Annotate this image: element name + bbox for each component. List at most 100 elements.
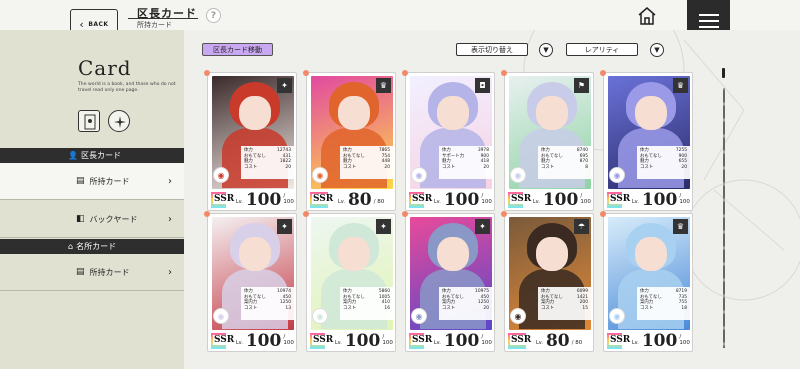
main-content: 区長カード移動 表示切り替え ▼ レアリティ ▼ ✦ ◉ 体力 12743 おもてな… — [184, 30, 800, 369]
stat-value: 8 — [585, 164, 588, 170]
level-max: / 100 — [481, 193, 492, 205]
level-value: 100 — [542, 190, 579, 210]
nav-item-label: 所持カード — [89, 267, 130, 277]
new-indicator-dot — [600, 70, 606, 76]
stat-row: コスト 13 — [244, 306, 291, 312]
card-item[interactable]: ♛ ◉ 体力 7865 おもてなし 754 魅力 448 コスト 20 SSR Lv. 80 … — [303, 70, 396, 211]
hamburger-line — [698, 26, 719, 28]
rarity-badge: SSR — [409, 192, 434, 208]
level-prefix: Lv. — [235, 340, 243, 346]
card-artwork: ♛ ◉ 体力 7865 おもてなし 754 魅力 448 コスト 20 — [311, 76, 393, 189]
stat-label: コスト — [343, 164, 357, 170]
card-item[interactable]: ✦ ◉ 体力 5860 おもてなし 1005 案内力 410 コスト 16 SSR Lv. 1… — [303, 211, 396, 352]
card-stats: 体力 6099 おもてなし 1421 案内力 200 コスト 15 — [538, 287, 591, 320]
card-stats: 体力 12743 おもてなし 431 魅力 1822 コスト 20 — [241, 146, 294, 179]
level-prefix: Lv. — [433, 199, 441, 205]
stat-value: 20 — [681, 164, 687, 170]
attribute-icon: ◉ — [312, 167, 328, 183]
stat-value: 13 — [285, 305, 291, 311]
level-max-value: 100 — [481, 199, 492, 205]
sort-order-icon[interactable]: ▼ — [650, 43, 664, 57]
card-item[interactable]: ♛ ◉ 体力 8719 おもてなし 735 案内力 755 コスト 18 SSR Lv. 10… — [600, 211, 693, 352]
card-artwork: ✦ ◉ 体力 5860 おもてなし 1005 案内力 410 コスト 16 — [311, 217, 393, 330]
rarity-label: SSR — [510, 194, 533, 204]
card-stats: 体力 7865 おもてなし 754 魅力 448 コスト 20 — [340, 146, 393, 179]
chevron-right-icon: › — [168, 266, 172, 278]
rarity-badge: SSR — [508, 333, 533, 349]
level-max-value: 100 — [481, 340, 492, 346]
card-item[interactable]: ♛ ◉ 体力 7255 おもてなし 900 魅力 655 コスト 20 SSR Lv. 100… — [600, 70, 693, 211]
card-item[interactable]: ✦ ◉ 体力 10975 おもてなし 450 案内力 1250 コスト 20 SSR Lv. … — [402, 211, 495, 352]
move-cards-button[interactable]: 区長カード移動 — [202, 43, 273, 56]
character-face — [437, 237, 469, 271]
level-max: / 100 — [382, 334, 393, 346]
attribute-icon: ◉ — [510, 308, 526, 324]
card-item[interactable]: ⚑ ◉ 体力 8740 おもてなし 695 魅力 870 コスト 8 SSR Lv. 100 … — [501, 70, 594, 211]
stat-label: コスト — [343, 305, 357, 311]
nav-item-backyard[interactable]: ◧ バックヤード › — [0, 201, 184, 238]
stat-label: コスト — [244, 164, 258, 170]
character-face — [239, 237, 271, 271]
nav-item-owned-cards[interactable]: ▤ 所持カード › — [0, 163, 184, 200]
stat-value: 15 — [582, 305, 588, 311]
rarity-label: SSR — [312, 335, 335, 345]
character-face — [635, 96, 667, 130]
rarity-badge: SSR — [211, 333, 236, 349]
level-value: 100 — [443, 190, 480, 210]
rarity-label: SSR — [609, 194, 632, 204]
character-face — [338, 96, 370, 130]
sort-select[interactable]: レアリティ — [566, 43, 638, 56]
card-item[interactable]: ☂ ◉ 体力 6099 おもてなし 1421 案内力 200 コスト 15 SSR Lv. 8… — [501, 211, 594, 352]
stat-row: コスト 8 — [541, 165, 588, 171]
new-indicator-dot — [303, 70, 309, 76]
scroll-track-dots — [723, 88, 725, 348]
stat-row: コスト 20 — [343, 165, 390, 171]
toggle-view-button[interactable]: 表示切り替え — [456, 43, 528, 56]
stat-value: 20 — [384, 164, 390, 170]
card-stats: 体力 10974 おもてなし 450 案内力 1250 コスト 13 — [241, 287, 294, 320]
level-value: 100 — [443, 331, 480, 351]
card-item[interactable]: ✦ ◉ 体力 12743 おもてなし 431 魅力 1822 コスト 20 SSR Lv. 1… — [204, 70, 297, 211]
nav-item-landmark-owned-cards[interactable]: ▤ 所持カード › — [0, 254, 184, 291]
level-value: 100 — [344, 331, 381, 351]
new-indicator-dot — [501, 211, 507, 217]
scrollbar-thumb[interactable] — [722, 68, 725, 78]
character-face — [338, 237, 370, 271]
back-label: BACK — [88, 20, 109, 28]
card-type-icon: ✦ — [277, 219, 292, 234]
rarity-badge: SSR — [211, 192, 236, 208]
card-footer: SSR Lv. 100 / 100 — [409, 331, 493, 351]
card-type-icon: ☂ — [574, 219, 589, 234]
sidebar-card-title: Card — [78, 56, 132, 80]
stat-row: コスト 18 — [640, 306, 687, 312]
rarity-badge: SSR — [409, 333, 434, 349]
stat-label: コスト — [244, 305, 258, 311]
card-artwork: ☂ ◉ 体力 6099 おもてなし 1421 案内力 200 コスト 15 — [509, 217, 591, 330]
hamburger-line — [698, 20, 719, 22]
home-icon[interactable] — [636, 6, 658, 26]
new-indicator-dot — [402, 70, 408, 76]
card-stats: 体力 3978 サポート力 900 魅力 418 コスト 20 — [439, 146, 492, 179]
level-prefix: Lv. — [631, 340, 639, 346]
card-footer: SSR Lv. 80 / 80 — [310, 190, 394, 209]
level-value: 100 — [641, 331, 678, 351]
section-label: 区長カード — [80, 151, 121, 160]
card-type-icon: ◘ — [475, 78, 490, 93]
rarity-label: SSR — [411, 194, 434, 204]
card-stack-icon: ▤ — [76, 267, 85, 277]
chevron-right-icon: › — [168, 213, 172, 225]
stat-row: コスト 16 — [343, 306, 390, 312]
attribute-icon: ◉ — [213, 308, 229, 324]
level-value: 100 — [245, 331, 282, 351]
stat-row: コスト 15 — [541, 306, 588, 312]
card-item[interactable]: ✦ ◉ 体力 10974 おもてなし 450 案内力 1250 コスト 13 SSR Lv. … — [204, 211, 297, 352]
card-artwork: ⚑ ◉ 体力 8740 おもてなし 695 魅力 870 コスト 8 — [509, 76, 591, 189]
filter-icon[interactable]: ▼ — [539, 43, 553, 57]
help-icon[interactable]: ? — [206, 8, 221, 23]
new-indicator-dot — [204, 70, 210, 76]
card-item[interactable]: ◘ ◉ 体力 3978 サポート力 900 魅力 418 コスト 20 SSR Lv. 100… — [402, 70, 495, 211]
character-face — [635, 237, 667, 271]
page-subtitle: 所持カード — [137, 21, 172, 29]
stat-value: 16 — [384, 305, 390, 311]
nav-item-label: バックヤード — [89, 214, 138, 224]
